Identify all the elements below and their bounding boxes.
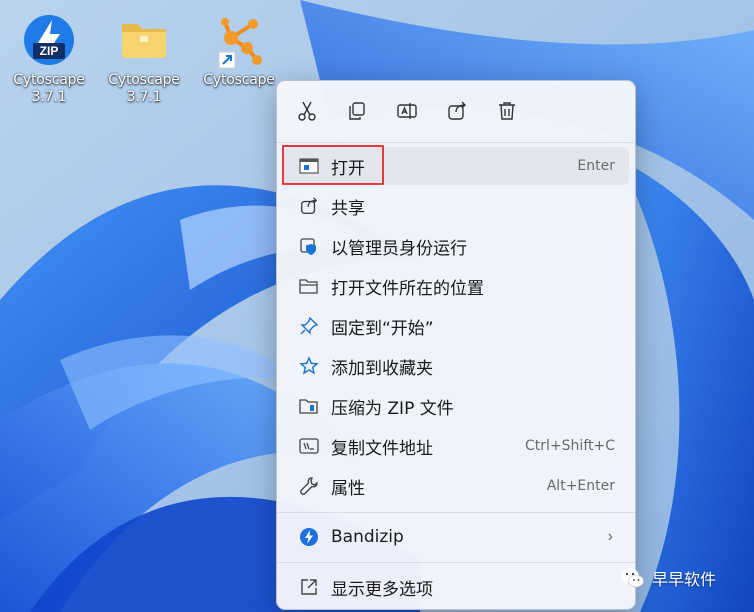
- cytoscape-shortcut-icon: [209, 10, 269, 70]
- delete-button[interactable]: [491, 95, 523, 127]
- desktop-icon-folder[interactable]: Cytoscape 3.7.1: [99, 10, 189, 118]
- desktop-icon-label: Cytoscape 3.7.1: [108, 72, 180, 105]
- copy-path-icon: [297, 434, 321, 458]
- menu-item-label: 共享: [331, 198, 365, 219]
- share-icon: [448, 101, 466, 120]
- menu-separator: [277, 142, 635, 143]
- menu-item-label: 属性: [331, 478, 365, 499]
- zip-archive-icon: ZIP: [19, 10, 79, 70]
- desktop-icon-cytoscape-shortcut[interactable]: Cytoscape: [194, 10, 284, 118]
- open-app-icon: [297, 154, 321, 178]
- context-menu-toolbar: [277, 81, 635, 141]
- menu-item-show-more-options[interactable]: 显示更多选项: [283, 568, 629, 606]
- context-menu: 打开 Enter 共享 以管理员身份运行 打开文件所在的位置 固定到“开始” 添…: [276, 80, 636, 610]
- chevron-right-icon: ›: [607, 528, 613, 545]
- menu-item-properties[interactable]: 属性 Alt+Enter: [283, 467, 629, 505]
- menu-item-shortcut: Alt+Enter: [546, 478, 615, 494]
- cut-button[interactable]: [291, 95, 323, 127]
- watermark: 早早软件: [620, 566, 716, 590]
- admin-shield-icon: [297, 234, 321, 258]
- copy-icon: [349, 102, 365, 120]
- menu-item-label: 打开文件所在的位置: [331, 278, 484, 299]
- menu-item-label: 以管理员身份运行: [331, 238, 467, 259]
- menu-item-label: 打开: [331, 158, 365, 179]
- bandizip-icon: [297, 525, 321, 549]
- menu-item-shortcut: Enter: [577, 158, 615, 174]
- menu-separator: [277, 562, 635, 563]
- star-icon: [297, 354, 321, 378]
- desktop-icon-label: Cytoscape 3.7.1: [13, 72, 85, 105]
- menu-item-label: 固定到“开始”: [331, 318, 434, 339]
- share-icon: [297, 194, 321, 218]
- menu-item-pin-to-start[interactable]: 固定到“开始”: [283, 307, 629, 345]
- wechat-icon: [621, 568, 644, 588]
- menu-item-shortcut: Ctrl+Shift+C: [525, 438, 615, 454]
- pin-icon: [297, 314, 321, 338]
- menu-item-label: 复制文件地址: [331, 438, 433, 459]
- desktop-icon-zip[interactable]: ZIP Cytoscape 3.7.1: [4, 10, 94, 118]
- delete-icon: [499, 102, 515, 120]
- menu-item-add-to-favorites[interactable]: 添加到收藏夹: [283, 347, 629, 385]
- cut-icon: [298, 101, 316, 121]
- menu-item-share[interactable]: 共享: [283, 187, 629, 225]
- copy-button[interactable]: [341, 95, 373, 127]
- more-options-icon: [297, 575, 321, 599]
- menu-item-open-file-location[interactable]: 打开文件所在的位置: [283, 267, 629, 305]
- menu-item-label: Bandizip: [331, 527, 404, 547]
- rename-button[interactable]: [391, 95, 423, 127]
- menu-item-label: 显示更多选项: [331, 579, 433, 600]
- folder-icon: [114, 10, 174, 70]
- folder-open-icon: [297, 274, 321, 298]
- desktop-icon-label: Cytoscape: [203, 72, 275, 88]
- wrench-icon: [297, 474, 321, 498]
- zip-folder-icon: [297, 394, 321, 418]
- zip-badge: ZIP: [39, 44, 59, 58]
- menu-item-label: 压缩为 ZIP 文件: [331, 398, 454, 419]
- share-button[interactable]: [441, 95, 473, 127]
- menu-item-compress-zip[interactable]: 压缩为 ZIP 文件: [283, 387, 629, 425]
- menu-separator: [277, 512, 635, 513]
- menu-item-run-as-admin[interactable]: 以管理员身份运行: [283, 227, 629, 265]
- rename-icon: [397, 103, 417, 119]
- watermark-text: 早早软件: [652, 570, 717, 589]
- menu-item-bandizip[interactable]: Bandizip ›: [283, 518, 629, 556]
- menu-item-label: 添加到收藏夹: [331, 358, 433, 379]
- menu-item-open[interactable]: 打开 Enter: [283, 147, 629, 185]
- menu-item-copy-as-path[interactable]: 复制文件地址 Ctrl+Shift+C: [283, 427, 629, 465]
